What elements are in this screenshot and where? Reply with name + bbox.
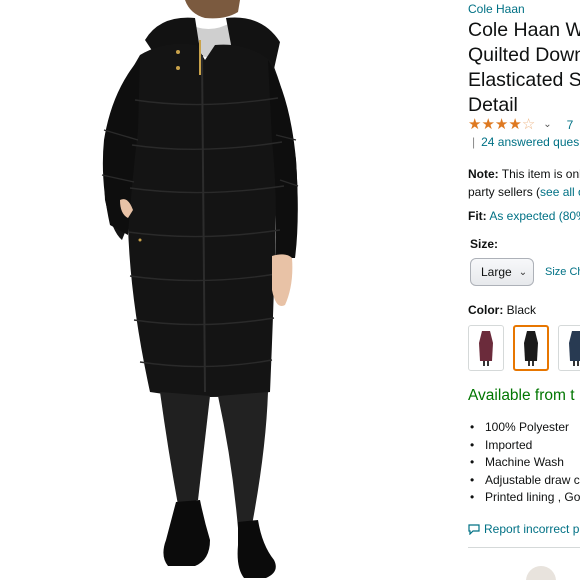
color-label: Color: Black: [468, 303, 536, 317]
feature-bullet: Imported: [468, 437, 580, 455]
coat-thumbnail: [569, 331, 580, 366]
fit-info: Fit: As expected (80%: [468, 209, 580, 223]
chevron-down-icon[interactable]: ⌄: [543, 119, 551, 130]
size-selected-value: Large: [481, 265, 512, 279]
size-label: Size:: [470, 237, 499, 251]
title-line: Elasticated Si: [468, 69, 580, 91]
color-swatch-navy[interactable]: [558, 325, 580, 371]
answered-questions: | 24 answered ques: [472, 135, 579, 149]
color-swatch-burgundy[interactable]: [468, 325, 504, 371]
speech-bubble-icon: [468, 523, 480, 535]
feature-bullets: 100% Polyester Imported Machine Wash Adj…: [468, 419, 580, 507]
feature-bullet: Adjustable draw c: [468, 472, 580, 490]
report-incorrect-info-link[interactable]: Report incorrect p: [468, 522, 579, 536]
product-title: Cole Haan Wo Quilted Down Elasticated Si…: [468, 18, 580, 118]
coat-model-image: [0, 0, 460, 580]
coat-thumbnail: [479, 331, 493, 366]
avatar: [526, 566, 556, 580]
half-star-icon: ☆: [521, 116, 536, 133]
feature-bullet: Machine Wash: [468, 454, 580, 472]
ratings-count-link[interactable]: 7: [567, 118, 574, 132]
fit-value-link[interactable]: As expected (80%: [489, 209, 580, 223]
report-text: Report incorrect p: [484, 522, 580, 536]
title-line: Cole Haan Wo: [468, 19, 580, 41]
rating-row[interactable]: ★ ★ ★ ★ ☆ ⌄ 7: [468, 117, 573, 132]
availability: Available from t: [468, 387, 575, 404]
star-icon: ★: [508, 116, 522, 133]
note-label: Note:: [468, 167, 499, 181]
note-text: This item is onl: [501, 167, 580, 181]
brand-link[interactable]: Cole Haan: [468, 2, 525, 16]
separator: |: [472, 135, 476, 149]
star-icon: ★: [468, 116, 482, 133]
product-details: Cole Haan Cole Haan Wo Quilted Down Elas…: [460, 0, 580, 580]
color-value: Black: [506, 303, 537, 317]
size-chart-link[interactable]: Size Ch: [545, 266, 580, 278]
star-icon: ★: [481, 116, 495, 133]
coat-thumbnail: [524, 331, 538, 366]
see-all-link[interactable]: see all o: [540, 185, 580, 199]
title-line: Detail: [468, 94, 518, 116]
star-icon: ★: [494, 116, 509, 133]
size-dropdown[interactable]: Large ⌄: [470, 258, 534, 286]
chevron-down-icon: ⌄: [518, 266, 528, 278]
color-swatch-black[interactable]: [513, 325, 549, 371]
feature-bullet: Printed lining , Go: [468, 489, 580, 507]
seller-note: Note: This item is onl party sellers (se…: [468, 165, 580, 201]
fit-label: Fit:: [468, 209, 487, 223]
title-line: Quilted Down: [468, 44, 580, 66]
note-text-line2: party sellers (: [468, 185, 541, 199]
feature-bullet: 100% Polyester: [468, 419, 580, 437]
divider: [468, 547, 580, 548]
answered-questions-link[interactable]: 24 answered ques: [481, 135, 579, 149]
product-image[interactable]: [0, 0, 460, 580]
color-label-text: Color:: [468, 303, 504, 317]
star-rating[interactable]: ★ ★ ★ ★ ☆: [468, 117, 535, 132]
